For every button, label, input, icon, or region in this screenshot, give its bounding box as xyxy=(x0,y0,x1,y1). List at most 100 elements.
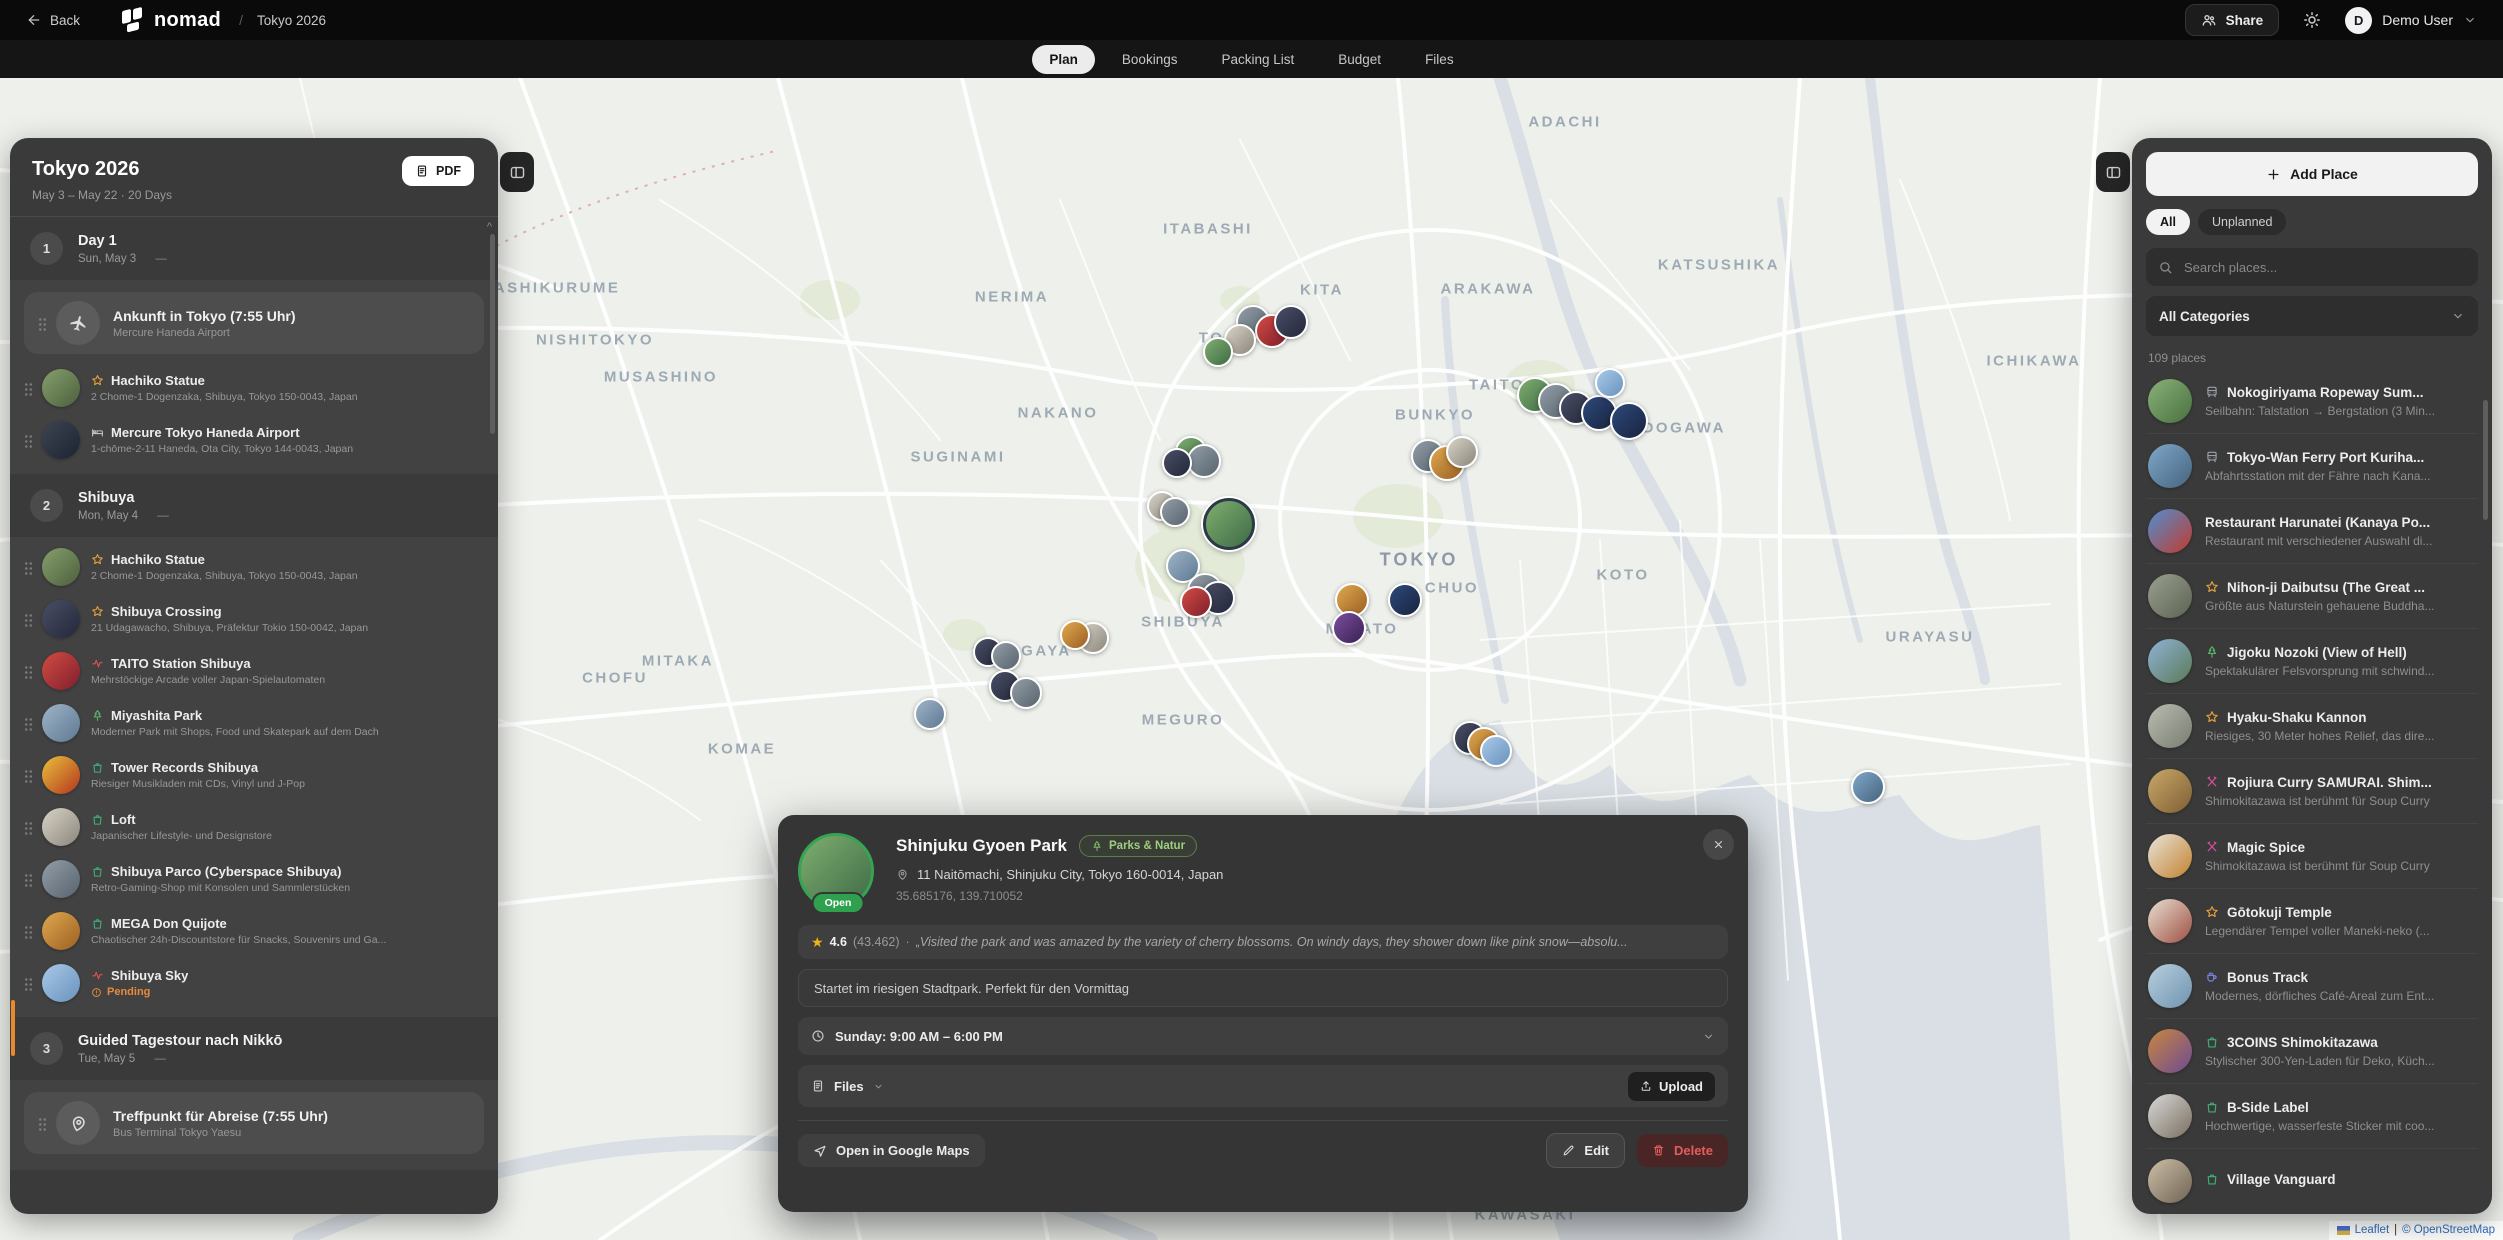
itinerary-item[interactable]: Tower Records Shibuya Riesiger Musiklade… xyxy=(10,749,498,801)
add-place-button[interactable]: Add Place xyxy=(2146,152,2478,196)
places-scrollbar[interactable] xyxy=(2483,400,2488,520)
map-marker[interactable] xyxy=(1332,611,1366,645)
day-header[interactable]: 3 Guided Tagestour nach Nikkō Tue, May 5… xyxy=(10,1017,498,1080)
drag-handle[interactable] xyxy=(24,820,33,835)
itinerary-item[interactable]: Shibuya Parco (Cyberspace Shibuya) Retro… xyxy=(10,853,498,905)
tab-files[interactable]: Files xyxy=(1408,45,1471,74)
place-list-item[interactable]: Nihon-ji Daibutsu (The Great ... Größte … xyxy=(2146,564,2478,629)
itinerary-item[interactable]: Miyashita Park Moderner Park mit Shops, … xyxy=(10,697,498,749)
upload-button[interactable]: Upload xyxy=(1628,1072,1715,1101)
itinerary-item[interactable]: Loft Japanischer Lifestyle- und Designst… xyxy=(10,801,498,853)
place-list-item[interactable]: Jigoku Nozoki (View of Hell) Spektakulär… xyxy=(2146,629,2478,694)
leaflet-link[interactable]: Leaflet xyxy=(2355,1224,2390,1236)
day-header[interactable]: 2 Shibuya Mon, May 4 — xyxy=(10,474,498,537)
edit-button[interactable]: Edit xyxy=(1546,1133,1625,1168)
map-marker[interactable] xyxy=(1187,444,1221,478)
collapse-left-panel-button[interactable] xyxy=(500,152,534,192)
drag-handle[interactable] xyxy=(24,924,33,939)
drag-handle[interactable] xyxy=(38,316,47,331)
map-marker[interactable] xyxy=(1203,337,1233,367)
map-marker[interactable] xyxy=(1180,586,1212,618)
place-list-item[interactable]: Rojiura Curry SAMURAI. Shim... Shimokita… xyxy=(2146,759,2478,824)
map-marker[interactable] xyxy=(1162,448,1192,478)
drag-handle[interactable] xyxy=(24,433,33,448)
tab-bookings[interactable]: Bookings xyxy=(1105,45,1195,74)
trip-scrollbar[interactable] xyxy=(490,234,495,434)
map-marker[interactable] xyxy=(1610,402,1648,440)
tab-packing-list[interactable]: Packing List xyxy=(1204,45,1311,74)
map-marker[interactable] xyxy=(1060,620,1090,650)
map-marker[interactable] xyxy=(1160,497,1190,527)
place-list-item[interactable]: Village Vanguard xyxy=(2146,1149,2478,1213)
close-button[interactable] xyxy=(1703,829,1734,860)
map-marker[interactable] xyxy=(1388,583,1422,617)
pencil-icon[interactable] xyxy=(126,235,138,247)
day-header[interactable]: 1 Day 1 Sun, May 3 — xyxy=(10,217,498,280)
place-list-item[interactable]: B-Side Label Hochwertige, wasserfeste St… xyxy=(2146,1084,2478,1149)
search-places-input[interactable] xyxy=(2182,259,2466,276)
itinerary-event-card[interactable]: Ankunft in Tokyo (7:55 Uhr) Mercure Hane… xyxy=(24,292,484,354)
day-notes-icon[interactable] xyxy=(422,1041,438,1057)
tab-budget[interactable]: Budget xyxy=(1321,45,1398,74)
filter-unplanned[interactable]: Unplanned xyxy=(2198,209,2286,235)
tab-plan[interactable]: Plan xyxy=(1032,45,1095,74)
map-marker[interactable] xyxy=(1851,770,1885,804)
filter-all[interactable]: All xyxy=(2146,209,2190,235)
place-list-item[interactable]: Hyaku-Shaku Kannon Riesiges, 30 Meter ho… xyxy=(2146,694,2478,759)
place-list-item[interactable]: Bonus Track Modernes, dörfliches Café-Ar… xyxy=(2146,954,2478,1019)
place-list-item[interactable]: Tokyo-Wan Ferry Port Kuriha... Abfahrtss… xyxy=(2146,434,2478,499)
export-pdf-button[interactable]: PDF xyxy=(402,156,474,186)
map-marker[interactable] xyxy=(1446,436,1478,468)
delete-button[interactable]: Delete xyxy=(1637,1134,1728,1167)
place-list-item[interactable]: Nokogiriyama Ropeway Sum... Seilbahn: Ta… xyxy=(2146,369,2478,434)
place-list-item[interactable]: Gōtokuji Temple Legendärer Tempel voller… xyxy=(2146,889,2478,954)
files-row[interactable]: Files Upload xyxy=(798,1065,1728,1107)
drag-handle[interactable] xyxy=(24,560,33,575)
itinerary-item[interactable]: Shibuya Crossing 21 Udagawacho, Shibuya,… xyxy=(10,593,498,645)
map-marker[interactable] xyxy=(1480,735,1512,767)
drag-handle[interactable] xyxy=(24,768,33,783)
drag-handle[interactable] xyxy=(24,664,33,679)
place-list-item[interactable]: 3COINS Shimokitazawa Stylischer 300-Yen-… xyxy=(2146,1019,2478,1084)
open-google-maps-button[interactable]: Open in Google Maps xyxy=(798,1134,985,1167)
chevron-down-icon[interactable] xyxy=(456,241,472,257)
itinerary-event-card[interactable]: Treffpunkt für Abreise (7:55 Uhr) Bus Te… xyxy=(24,1092,484,1154)
drag-handle[interactable] xyxy=(24,381,33,396)
itinerary-item[interactable]: Mercure Tokyo Haneda Airport 1-chōme-2-1… xyxy=(10,414,498,466)
map-marker[interactable] xyxy=(914,698,946,730)
opening-hours-row[interactable]: Sunday: 9:00 AM – 6:00 PM xyxy=(798,1017,1728,1055)
review-summary[interactable]: ★ 4.6 (43.462) · „Visited the park and w… xyxy=(798,925,1728,959)
pencil-icon[interactable] xyxy=(291,1035,303,1047)
itinerary-item[interactable]: TAITO Station Shibuya Mehrstöckige Arcad… xyxy=(10,645,498,697)
itinerary-item[interactable]: MEGA Don Quijote Chaotischer 24h-Discoun… xyxy=(10,905,498,957)
drag-handle[interactable] xyxy=(38,1116,47,1131)
itinerary-item[interactable]: Hachiko Statue 2 Chome-1 Dogenzaka, Shib… xyxy=(10,362,498,414)
collapse-right-panel-button[interactable] xyxy=(2096,152,2130,192)
day-notes-icon[interactable] xyxy=(422,241,438,257)
share-button[interactable]: Share xyxy=(2185,4,2280,36)
map-marker-selected[interactable] xyxy=(1203,498,1255,550)
user-menu[interactable]: D Demo User xyxy=(2345,7,2477,34)
pencil-icon[interactable] xyxy=(143,492,155,504)
nomad-logo[interactable]: nomad xyxy=(120,8,221,33)
itinerary-item[interactable]: Hachiko Statue 2 Chome-1 Dogenzaka, Shib… xyxy=(10,541,498,593)
map-marker[interactable] xyxy=(1010,677,1042,709)
day-notes-icon[interactable] xyxy=(422,498,438,514)
drag-handle[interactable] xyxy=(24,612,33,627)
chevron-down-icon[interactable] xyxy=(456,498,472,514)
drag-handle[interactable] xyxy=(24,872,33,887)
drag-handle[interactable] xyxy=(24,976,33,991)
theme-toggle-sun-icon[interactable] xyxy=(2303,11,2321,29)
category-dropdown[interactable]: All Categories xyxy=(2146,296,2478,336)
back-button[interactable]: Back xyxy=(26,12,80,28)
osm-link[interactable]: © OpenStreetMap xyxy=(2402,1224,2495,1236)
itinerary-item[interactable]: Shibuya Sky Pending xyxy=(10,957,498,1009)
place-list-item[interactable]: Restaurant Harunatei (Kanaya Po... Resta… xyxy=(2146,499,2478,564)
chevron-down-icon[interactable] xyxy=(456,1041,472,1057)
note-input[interactable] xyxy=(812,980,1714,997)
drag-handle[interactable] xyxy=(24,716,33,731)
map-marker[interactable] xyxy=(1274,305,1308,339)
map-marker[interactable] xyxy=(991,641,1021,671)
place-list-item[interactable]: Magic Spice Shimokitazawa ist berühmt fü… xyxy=(2146,824,2478,889)
map-marker[interactable] xyxy=(1595,368,1625,398)
